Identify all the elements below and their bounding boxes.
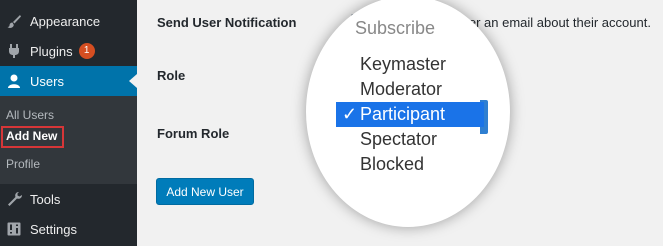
dropdown-option-label: Keymaster xyxy=(360,54,447,74)
submenu-add-new[interactable]: Add New xyxy=(6,129,57,143)
check-icon: ✓ xyxy=(342,104,358,124)
admin-sidebar: Appearance Plugins 1 Users All Users Add… xyxy=(0,0,137,246)
plugins-update-badge: 1 xyxy=(78,43,95,59)
submenu-profile[interactable]: Profile xyxy=(6,157,40,171)
menu-plugins[interactable]: Plugins 1 xyxy=(0,36,137,66)
user-icon xyxy=(6,73,22,89)
menu-users-label: Users xyxy=(30,73,64,89)
settings-icon xyxy=(6,221,22,237)
forum-role-label: Forum Role xyxy=(157,126,230,141)
add-new-user-button[interactable]: Add New User xyxy=(156,178,254,205)
users-submenu: All Users Add New Profile xyxy=(0,96,137,184)
dropdown-option-keymaster[interactable]: Keymaster xyxy=(336,52,484,77)
menu-tools[interactable]: Tools xyxy=(0,184,137,214)
submenu-all-users[interactable]: All Users xyxy=(6,108,54,122)
dropdown-option-spectator[interactable]: Spectator xyxy=(336,127,484,152)
forum-role-dropdown[interactable]: Keymaster Moderator ✓ Participant Spectator B… xyxy=(336,52,484,177)
dropdown-option-label: Spectator xyxy=(360,129,438,149)
dropdown-option-moderator[interactable]: Moderator xyxy=(336,77,484,102)
menu-appearance-label: Appearance xyxy=(30,13,101,29)
menu-settings[interactable]: Settings xyxy=(0,214,137,244)
dropdown-option-label: Participant xyxy=(360,104,446,124)
menu-users[interactable]: Users xyxy=(0,66,137,96)
paintbrush-icon xyxy=(6,13,22,29)
wrench-icon xyxy=(6,191,22,207)
menu-tools-label: Tools xyxy=(30,191,61,207)
dropdown-option-label: Blocked xyxy=(360,154,425,174)
send-notification-label: Send User Notification xyxy=(157,15,297,30)
dropdown-option-blocked[interactable]: Blocked xyxy=(336,152,484,177)
dropdown-option-label: Moderator xyxy=(360,79,443,99)
menu-settings-label: Settings xyxy=(30,221,77,237)
menu-appearance[interactable]: Appearance xyxy=(0,6,137,36)
plug-icon xyxy=(6,43,22,59)
partial-option: Subscribe xyxy=(355,18,436,38)
menu-plugins-label: Plugins xyxy=(30,43,73,59)
dropdown-option-participant[interactable]: ✓ Participant xyxy=(336,102,484,127)
role-label: Role xyxy=(157,68,186,83)
